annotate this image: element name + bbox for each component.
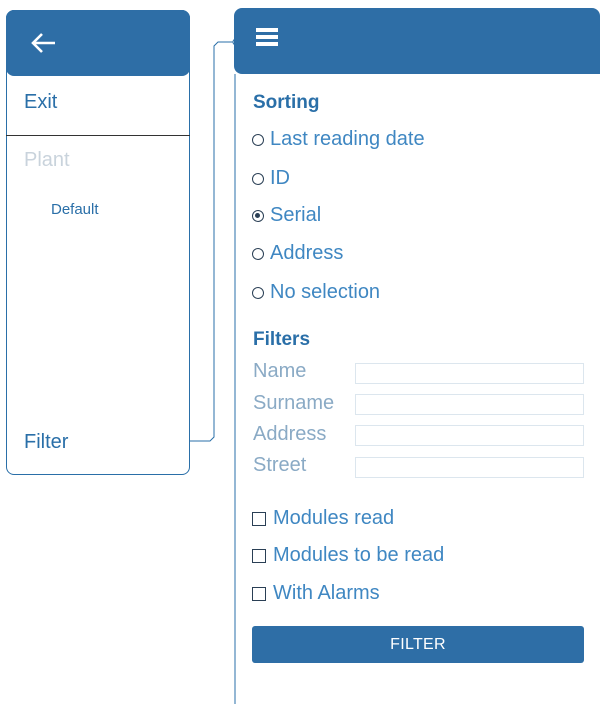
arrow-left-icon[interactable] (28, 28, 58, 58)
app-stage: Exit Plant Default Filter Sorting Last r… (0, 0, 600, 704)
checkbox-unchecked-icon[interactable] (252, 548, 266, 563)
checkbox-label: With Alarms (273, 582, 380, 604)
filter-address-label: Address (253, 423, 327, 445)
filter-surname-label: Surname (253, 392, 335, 414)
filter-street-input[interactable] (355, 457, 584, 478)
checkbox-label: Modules read (273, 507, 395, 529)
filter-panel-header (234, 8, 600, 74)
filter-button[interactable]: FILTER (252, 626, 584, 663)
side-menu-panel: Exit Plant Default Filter (6, 10, 190, 475)
sort-option-label: Address (270, 242, 344, 264)
radio-checked-icon[interactable] (252, 209, 264, 222)
radio-unchecked-icon[interactable] (252, 133, 264, 146)
menu-divider (6, 135, 190, 136)
filter-name-input[interactable] (355, 363, 584, 384)
sort-option-address[interactable]: Address (252, 242, 343, 265)
menu-item-filter[interactable]: Filter (24, 431, 68, 454)
filters-title: Filters (253, 329, 311, 350)
hamburger-menu-icon[interactable] (256, 28, 282, 52)
sort-option-id[interactable]: ID (252, 167, 290, 190)
checkbox-unchecked-icon[interactable] (252, 586, 266, 601)
radio-unchecked-icon[interactable] (252, 286, 264, 299)
checkbox-unchecked-icon[interactable] (252, 511, 266, 526)
checkbox-label: Modules to be read (273, 544, 445, 566)
filter-street-label: Street (253, 454, 307, 476)
sort-option-last-reading-date[interactable]: Last reading date (252, 128, 425, 151)
radio-unchecked-icon[interactable] (252, 172, 264, 185)
sort-option-no-selection[interactable]: No selection (252, 281, 380, 304)
menu-item-exit[interactable]: Exit (24, 91, 57, 114)
radio-unchecked-icon[interactable] (252, 247, 264, 260)
sort-option-label: Serial (270, 204, 322, 226)
filter-name-label: Name (253, 360, 307, 382)
sort-option-label: ID (270, 167, 290, 189)
sort-option-label: Last reading date (270, 128, 425, 150)
filter-address-input[interactable] (355, 425, 584, 446)
checkbox-with-alarms[interactable]: With Alarms (252, 582, 380, 605)
sort-option-serial[interactable]: Serial (252, 204, 321, 227)
menu-heading-plant: Plant (24, 149, 70, 171)
filter-surname-input[interactable] (355, 394, 584, 415)
checkbox-modules-read[interactable]: Modules read (252, 507, 394, 530)
menu-item-default[interactable]: Default (51, 201, 99, 218)
sorting-title: Sorting (253, 92, 320, 113)
sort-option-label: No selection (270, 281, 381, 303)
side-menu-header (6, 10, 190, 76)
checkbox-modules-to-be-read[interactable]: Modules to be read (252, 544, 444, 567)
